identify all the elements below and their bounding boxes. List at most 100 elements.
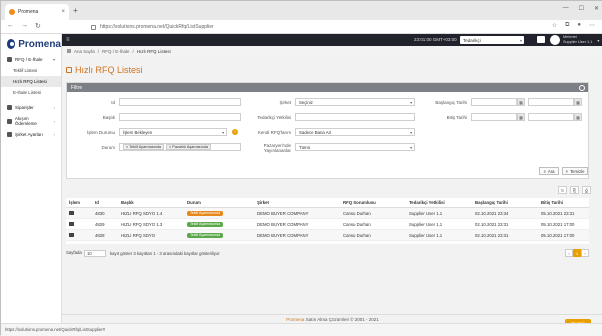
sidebar-group-rfq[interactable]: RFQ / E-İhale ▾: [1, 54, 61, 65]
folder-icon[interactable]: [69, 232, 74, 237]
column-header[interactable]: Id: [92, 198, 118, 208]
promena-logo-icon: [7, 39, 16, 49]
market-select-value: Tümü: [299, 144, 310, 150]
calendar-icon[interactable]: ▦: [517, 113, 525, 121]
url-text: https://solutions.promena.net/QuickRfq/L…: [100, 24, 214, 30]
cell-owner: Cansu Durhan: [340, 207, 406, 219]
column-header[interactable]: Başlangıç Tarihi: [472, 198, 538, 208]
id-label: Id: [111, 100, 115, 105]
breadcrumb-rfq[interactable]: RFQ / E-İhale: [102, 49, 130, 54]
hamburger-menu-icon[interactable]: ≡: [66, 37, 70, 43]
sidebar-item-teklif-listesi[interactable]: Teklif Listesi: [1, 65, 61, 76]
state-label: Durum: [101, 145, 115, 150]
folder-icon[interactable]: [69, 210, 74, 215]
search-button[interactable]: ⌕ Ara: [539, 167, 559, 175]
table-row[interactable]: 4830 HIZLI RFQ SDYO 1.4 Teklif Ayarmasın…: [66, 207, 589, 219]
calendar-icon[interactable]: ▦: [574, 98, 582, 106]
print-icon[interactable]: ⎙: [582, 186, 591, 194]
status-select[interactable]: İşlem Bekleyen ▾: [119, 128, 227, 136]
chevron-down-icon: ▾: [52, 57, 55, 62]
forward-icon[interactable]: →: [21, 22, 28, 30]
page-button-current[interactable]: 1: [573, 249, 581, 257]
cell-officer: Supplier User 1.1: [406, 229, 472, 241]
table-tools: ↻ ⎘ ⎙: [558, 186, 591, 194]
state-multiselect[interactable]: × Teklif Ayarmasında × Pazarlık Aşamasın…: [119, 143, 241, 151]
cell-company: DEMO BUYER COMPANY: [254, 229, 340, 241]
reload-icon[interactable]: ↻: [35, 22, 41, 30]
chevron-right-icon: ›: [53, 118, 55, 124]
browser-tab[interactable]: Promena ×: [5, 4, 69, 20]
table-row[interactable]: 4829 HIZLI RFQ SDYO 1.3 Teklif Ayarmasın…: [66, 218, 589, 230]
column-header[interactable]: Başlık: [118, 198, 184, 208]
calendar-icon[interactable]: ▦: [517, 98, 525, 106]
start-date-from-input[interactable]: [471, 98, 517, 106]
id-input[interactable]: [119, 98, 241, 106]
end-date-from-input[interactable]: [471, 113, 517, 121]
status-badge: Teklif Ayarmasında: [187, 211, 224, 216]
prev-page-button[interactable]: ‹: [565, 249, 573, 257]
cell-company: DEMO BUYER COMPANY: [254, 218, 340, 230]
browser-tabbar: Promena × + — ☐ ✕: [1, 1, 602, 20]
url-field[interactable]: https://solutions.promena.net/QuickRfq/L…: [91, 22, 214, 32]
column-header[interactable]: RFQ Sorumlusu: [340, 198, 406, 208]
my-rfq-select[interactable]: Sadece Bana Ait ▾: [295, 128, 415, 136]
export-icon[interactable]: ⎘: [570, 186, 579, 194]
chevron-right-icon: ›: [53, 132, 55, 137]
back-icon[interactable]: ←: [7, 22, 14, 30]
user-menu[interactable]: Mehmet Supplier User 1.1 ▾: [550, 35, 599, 45]
page-size-select[interactable]: 10: [84, 250, 106, 257]
column-header[interactable]: İşlem: [66, 198, 92, 208]
cell-company: DEMO BUYER COMPANY: [254, 207, 340, 219]
sidebar-item-hizli-rfq-listesi[interactable]: Hızlı RFQ Listesi: [1, 76, 61, 87]
new-tab-icon[interactable]: +: [73, 6, 78, 15]
market-label: Pazaryeri'nde Yayınlananlar: [263, 143, 291, 153]
favorites-icon[interactable]: ☆: [552, 22, 557, 29]
cell-title: HIZLI RFQ SDYO: [118, 229, 184, 241]
start-date-to-input[interactable]: [528, 98, 574, 106]
list-icon: [66, 67, 72, 73]
state-tag[interactable]: × Teklif Ayarmasında: [123, 144, 165, 150]
state-tag[interactable]: × Pazarlık Aşamasında: [166, 144, 211, 150]
collections-icon[interactable]: ⧉: [565, 22, 569, 29]
refresh-icon[interactable]: ↻: [558, 186, 567, 194]
status-badge: Teklif Ayarmasında: [187, 233, 224, 238]
sidebar-group-sirket-ayarlari[interactable]: Şirket Ayarları ›: [1, 129, 61, 140]
status-select-value: İşlem Bekleyen: [123, 129, 153, 135]
search-icon: ⌕: [543, 168, 546, 174]
table-row[interactable]: 4828 HIZLI RFQ SDYO Teklif Ayarmasında D…: [66, 229, 589, 241]
maximize-icon[interactable]: ☐: [579, 5, 584, 12]
calendar-icon[interactable]: ▦: [574, 113, 582, 121]
chevron-right-icon: ›: [53, 105, 55, 110]
close-tab-icon[interactable]: ×: [61, 9, 65, 15]
gear-icon[interactable]: [579, 84, 585, 91]
sidebar-item-e-ihale-listesi[interactable]: E-ihale Listesi: [1, 87, 61, 98]
breadcrumb-home[interactable]: Ana Sayfa: [74, 49, 95, 54]
menu-icon[interactable]: ⋯: [589, 22, 595, 29]
minimize-icon[interactable]: —: [563, 5, 569, 12]
sidebar-group-akisim[interactable]: Akışım Ödemleme ›: [1, 113, 61, 129]
column-header[interactable]: Şirket: [254, 198, 340, 208]
role-select[interactable]: Tedarikçi ▾: [460, 36, 524, 44]
end-date-label: Bitiş Tarihi: [446, 115, 467, 120]
promena-logo[interactable]: Promena: [1, 34, 61, 54]
next-page-button[interactable]: ›: [581, 249, 589, 257]
market-select[interactable]: Tümü ▾: [295, 143, 415, 151]
column-header[interactable]: Durum: [184, 198, 254, 208]
filter-header: Filtre: [67, 83, 588, 92]
close-window-icon[interactable]: ✕: [594, 5, 599, 12]
profile-icon[interactable]: ●: [577, 22, 581, 29]
clear-button[interactable]: × Temizle: [562, 167, 588, 175]
sidebar-group-label: RFQ / E-İhale: [15, 57, 43, 62]
column-header[interactable]: Tedarikçi Yetkilisi: [406, 198, 472, 208]
workflow-icon: [7, 118, 12, 124]
folder-icon[interactable]: [69, 221, 74, 226]
column-header[interactable]: Bitiş Tarihi: [538, 198, 589, 208]
filter-title: Filtre: [71, 84, 83, 91]
sidebar-group-siparisler[interactable]: Siparişler ›: [1, 102, 61, 113]
messages-icon[interactable]: [537, 36, 545, 43]
pagination-bar: Sayfada 10 kayıt göster 3 kayıttan 1 - 3…: [66, 249, 589, 259]
title-input[interactable]: [119, 113, 241, 121]
company-select[interactable]: Seçiniz ▾: [295, 98, 415, 106]
end-date-to-input[interactable]: [528, 113, 574, 121]
supplier-officer-input[interactable]: [295, 113, 415, 121]
